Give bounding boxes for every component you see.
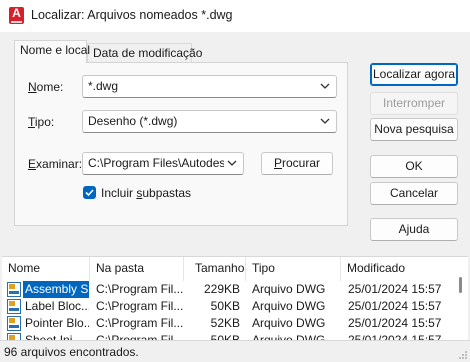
resize-grip-icon[interactable] xyxy=(458,350,468,360)
cell-nome: Assembly S... xyxy=(23,281,89,298)
autocad-icon: A xyxy=(9,6,24,24)
cell-tamanho: 50KB xyxy=(210,299,240,313)
procurar-button[interactable]: Procurar xyxy=(261,152,333,175)
incluir-subpastas-checkbox[interactable] xyxy=(83,186,96,199)
column-header-tipo[interactable]: Tipo xyxy=(246,257,341,281)
cell-tipo: Arquivo DWG xyxy=(252,316,326,330)
nome-value: *.dwg xyxy=(88,79,119,93)
ok-button[interactable]: OK xyxy=(370,155,458,178)
chevron-down-icon xyxy=(320,118,330,124)
cell-modificado: 25/01/2024 15:57 xyxy=(348,316,442,330)
examinar-combo[interactable]: C:\Program Files\Autodesk\A xyxy=(82,152,244,175)
ajuda-button[interactable]: Ajuda xyxy=(370,218,458,241)
table-row[interactable]: Assembly S... C:\Program Fil... 229KB Ar… xyxy=(2,281,454,298)
scrollbar-thumb[interactable] xyxy=(459,277,462,293)
status-text: 96 arquivos encontrados. xyxy=(4,345,139,359)
results-list[interactable]: Nome Na pasta Tamanho Tipo Modificado As… xyxy=(2,256,468,341)
examinar-value: C:\Program Files\Autodesk\A xyxy=(88,156,224,170)
tab-data-de-modificacao[interactable]: Data de modificação xyxy=(87,43,202,63)
nova-pesquisa-button[interactable]: Nova pesquisa xyxy=(370,118,458,141)
column-header-na-pasta[interactable]: Na pasta xyxy=(90,257,184,281)
table-row[interactable]: Label Bloc... C:\Program Fil... 50KB Arq… xyxy=(2,298,454,315)
results-scrollbar[interactable] xyxy=(454,275,468,341)
window-title: Localizar: Arquivos nomeados *.dwg xyxy=(31,8,233,22)
examinar-label: Examinar: xyxy=(28,157,83,171)
cell-tamanho: 229KB xyxy=(203,282,240,296)
column-header-tamanho[interactable]: Tamanho xyxy=(184,257,246,281)
cell-tipo: Arquivo DWG xyxy=(252,282,326,296)
cell-modificado: 25/01/2024 15:57 xyxy=(348,299,442,313)
status-bar: 96 arquivos encontrados. xyxy=(0,340,470,362)
cell-tipo: Arquivo DWG xyxy=(252,299,326,313)
localizar-agora-button[interactable]: Localizar agora xyxy=(370,63,458,86)
cell-modificado: 25/01/2024 15:57 xyxy=(348,282,442,296)
tipo-label: Tipo: xyxy=(28,115,55,129)
tipo-combo[interactable]: Desenho (*.dwg) xyxy=(82,110,337,133)
find-dialog: A Localizar: Arquivos nomeados *.dwg Nom… xyxy=(0,0,470,362)
title-bar[interactable]: A Localizar: Arquivos nomeados *.dwg xyxy=(0,0,470,32)
interromper-button[interactable]: Interromper xyxy=(370,92,458,115)
dwg-file-icon xyxy=(7,316,21,331)
cell-nome: Pointer Blo... xyxy=(25,316,89,330)
cell-nome: Label Bloc... xyxy=(25,299,89,313)
column-header-nome[interactable]: Nome xyxy=(2,257,90,281)
table-row[interactable]: Pointer Blo... C:\Program Fil... 52KB Ar… xyxy=(2,315,454,332)
tab-nome-e-local[interactable]: Nome e local xyxy=(14,40,90,63)
nome-combo[interactable]: *.dwg xyxy=(82,75,337,98)
column-header-modificado[interactable]: Modificado xyxy=(341,257,454,281)
dwg-file-icon xyxy=(7,299,21,314)
nome-label: Nome: xyxy=(28,80,64,94)
chevron-down-icon xyxy=(227,160,237,166)
cancelar-button[interactable]: Cancelar xyxy=(370,182,458,205)
tipo-value: Desenho (*.dwg) xyxy=(88,114,178,128)
cell-tamanho: 52KB xyxy=(210,316,240,330)
chevron-down-icon xyxy=(320,83,330,89)
cell-pasta: C:\Program Fil... xyxy=(96,299,184,313)
dwg-file-icon xyxy=(7,282,21,297)
incluir-subpastas-label[interactable]: Incluir subpastas xyxy=(101,186,191,200)
checkmark-icon xyxy=(85,189,94,197)
cell-pasta: C:\Program Fil... xyxy=(96,282,184,296)
cell-pasta: C:\Program Fil... xyxy=(96,316,184,330)
